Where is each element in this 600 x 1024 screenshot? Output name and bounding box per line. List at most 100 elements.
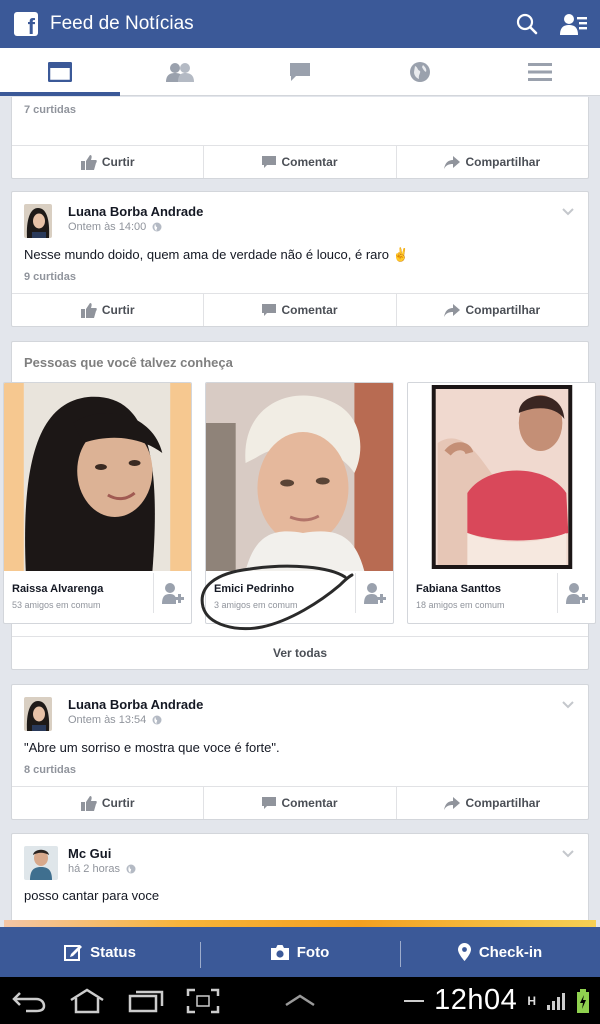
person-name[interactable]: Fabiana Santtos: [416, 583, 501, 595]
tab-friends[interactable]: [120, 48, 240, 95]
post-text: Nesse mundo doido, quem ama de verdade n…: [24, 247, 409, 262]
comment-icon: [262, 303, 277, 316]
add-friend-button[interactable]: [557, 573, 595, 613]
post-card: Mc Gui há 2 horas posso cantar para voce: [4, 833, 596, 929]
photo-button[interactable]: Foto: [200, 941, 400, 968]
system-bar: 12h04 H: [0, 977, 600, 1024]
add-friend-icon: [565, 583, 588, 604]
composer-bar: Status Foto Check-in: [0, 927, 600, 977]
add-friend-button[interactable]: [355, 573, 393, 613]
like-button[interactable]: Curtir: [12, 146, 205, 178]
chevron-down-icon[interactable]: [562, 701, 574, 709]
likes-count[interactable]: 8 curtidas: [12, 764, 76, 776]
person-card[interactable]: Emici Pedrinho 3 amigos em comum: [205, 382, 394, 624]
globe-icon: [152, 715, 162, 725]
back-icon[interactable]: [12, 989, 46, 1013]
add-friend-icon: [363, 583, 386, 604]
chevron-up-icon[interactable]: [284, 993, 316, 1007]
home-icon[interactable]: [68, 988, 106, 1014]
author-avatar[interactable]: [24, 846, 58, 880]
minimize-line-icon: [404, 999, 425, 1002]
share-icon: [444, 796, 461, 810]
edit-icon: [64, 945, 83, 961]
likes-count[interactable]: 9 curtidas: [12, 271, 76, 283]
person-name[interactable]: Raissa Alvarenga: [12, 583, 103, 595]
share-button[interactable]: Compartilhar: [397, 146, 588, 178]
post-card: 7 curtidas Curtir Comentar Compartilhar: [11, 97, 589, 179]
menu-icon: [528, 62, 552, 81]
post-actions: Curtir Comentar Compartilhar: [12, 145, 588, 178]
post-actions: Curtir Comentar Compartilhar: [12, 786, 588, 819]
profile-photo[interactable]: [408, 383, 595, 571]
like-button[interactable]: Curtir: [12, 787, 205, 819]
clock: 12h04: [434, 984, 518, 1016]
share-button[interactable]: Compartilhar: [397, 294, 588, 326]
section-title: Pessoas que você talvez conheça: [24, 355, 233, 370]
like-icon: [80, 154, 97, 170]
author-name[interactable]: Mc Gui: [68, 846, 136, 861]
facebook-logo: f: [14, 12, 38, 38]
status-button[interactable]: Status: [0, 943, 200, 961]
screenshot-icon[interactable]: [186, 988, 220, 1014]
author-avatar[interactable]: [24, 204, 52, 238]
friend-requests-icon[interactable]: [560, 12, 588, 36]
battery-charging-icon: [577, 988, 589, 1013]
person-name[interactable]: Emici Pedrinho: [214, 583, 294, 595]
friends-icon: [166, 62, 194, 82]
share-icon: [444, 155, 461, 169]
profile-photo[interactable]: [4, 383, 191, 571]
checkin-button[interactable]: Check-in: [400, 941, 600, 967]
recent-apps-icon[interactable]: [128, 989, 164, 1013]
post-actions: Curtir Comentar Compartilhar: [12, 293, 588, 326]
comment-button[interactable]: Comentar: [204, 787, 397, 819]
location-pin-icon: [457, 943, 471, 961]
add-friend-button[interactable]: [153, 573, 191, 613]
like-button[interactable]: Curtir: [12, 294, 205, 326]
news-feed[interactable]: 7 curtidas Curtir Comentar Compartilhar …: [0, 97, 600, 929]
post-time[interactable]: há 2 horas: [68, 863, 120, 875]
page-title: Feed de Notícias: [50, 13, 194, 34]
tab-menu[interactable]: [480, 48, 600, 95]
tab-bar: [0, 48, 600, 96]
post-time[interactable]: Ontem às 14:00: [68, 221, 146, 233]
person-card[interactable]: Fabiana Santtos 18 amigos em comum: [407, 382, 596, 624]
comment-button[interactable]: Comentar: [204, 294, 397, 326]
post-time[interactable]: Ontem às 13:54: [68, 714, 146, 726]
chevron-down-icon[interactable]: [562, 208, 574, 216]
author-avatar[interactable]: [24, 697, 52, 731]
tab-news-feed[interactable]: [0, 48, 120, 96]
search-icon[interactable]: [516, 13, 538, 35]
likes-count[interactable]: 7 curtidas: [12, 104, 76, 116]
profile-photo[interactable]: [206, 383, 393, 571]
tab-notifications[interactable]: [360, 48, 480, 95]
like-icon: [80, 302, 97, 318]
globe-icon: [410, 61, 430, 82]
post-text: "Abre um sorriso e mostra que voce é for…: [24, 740, 280, 755]
top-bar: f Feed de Notícias: [0, 0, 600, 48]
comment-icon: [262, 155, 277, 168]
comment-button[interactable]: Comentar: [204, 146, 397, 178]
signal-icon: [547, 992, 565, 1010]
chevron-down-icon[interactable]: [562, 850, 574, 858]
like-icon: [80, 795, 97, 811]
mutual-friends: 3 amigos em comum: [214, 600, 298, 610]
tab-messages[interactable]: [240, 48, 360, 95]
post-card: Luana Borba Andrade Ontem às 14:00 Nesse…: [11, 191, 589, 327]
camera-icon: [270, 944, 289, 960]
author-name[interactable]: Luana Borba Andrade: [68, 204, 203, 219]
post-card: Luana Borba Andrade Ontem às 13:54 "Abre…: [11, 684, 589, 820]
author-name[interactable]: Luana Borba Andrade: [68, 697, 203, 712]
messages-icon: [290, 62, 310, 81]
globe-icon: [152, 222, 162, 232]
person-card[interactable]: Raissa Alvarenga 53 amigos em comum: [3, 382, 192, 624]
post-text: posso cantar para voce: [24, 888, 160, 903]
news-feed-icon: [48, 61, 72, 82]
share-button[interactable]: Compartilhar: [397, 787, 588, 819]
network-type: H: [527, 993, 536, 1008]
see-all-button[interactable]: Ver todas: [12, 636, 588, 669]
mutual-friends: 18 amigos em comum: [416, 600, 505, 610]
share-icon: [444, 303, 461, 317]
comment-icon: [262, 796, 277, 809]
globe-icon: [126, 864, 136, 874]
mutual-friends: 53 amigos em comum: [12, 600, 101, 610]
